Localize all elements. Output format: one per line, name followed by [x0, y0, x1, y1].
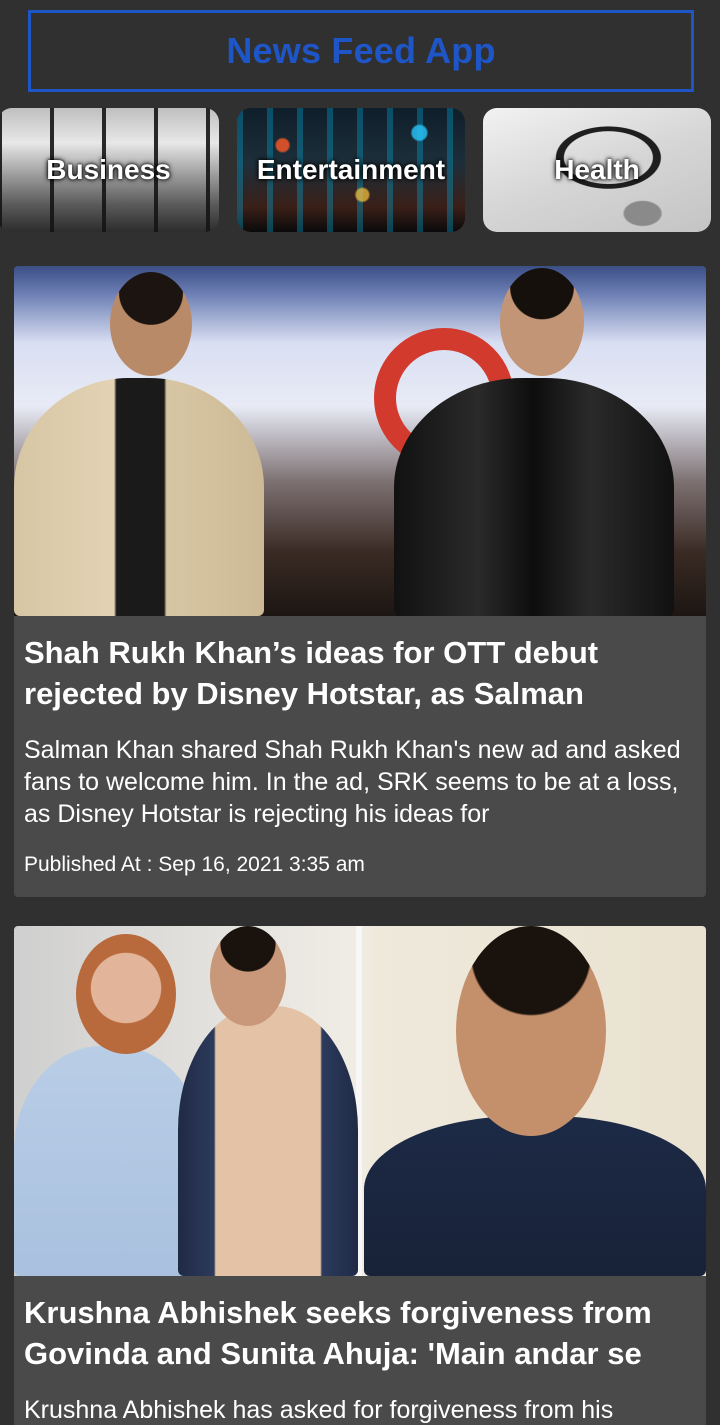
category-health-label: Health	[554, 154, 640, 185]
news-image	[14, 266, 706, 616]
app-header: News Feed App	[28, 10, 694, 92]
person-left-figure	[14, 378, 264, 616]
person-right-head	[456, 926, 606, 1136]
category-business[interactable]: Business	[0, 108, 219, 232]
person-right-figure	[364, 1116, 706, 1276]
person-man-figure	[178, 1006, 358, 1276]
news-card[interactable]: Shah Rukh Khan’s ideas for OTT debut rej…	[14, 266, 706, 897]
news-title: Shah Rukh Khan’s ideas for OTT debut rej…	[24, 635, 599, 711]
news-image	[14, 926, 706, 1276]
category-list: Business Entertainment Health	[0, 108, 720, 234]
news-card[interactable]: Krushna Abhishek seeks forgiveness from …	[14, 926, 706, 1425]
person-man-head	[210, 926, 286, 1026]
news-description: Krushna Abhishek has asked for forgivene…	[24, 1396, 614, 1424]
news-title: Krushna Abhishek seeks forgiveness from …	[24, 1295, 652, 1371]
category-entertainment[interactable]: Entertainment	[237, 108, 465, 232]
category-entertainment-label: Entertainment	[256, 154, 446, 185]
person-right-figure	[394, 378, 674, 616]
person-woman-head	[76, 934, 176, 1054]
news-feed-screen: News Feed App Business Entertainment Hea…	[0, 0, 720, 1425]
person-right-head	[500, 268, 584, 376]
news-published-date: Published At : Sep 16, 2021 3:35 am	[24, 853, 365, 876]
person-left-head	[110, 272, 192, 376]
app-title: News Feed App	[226, 30, 496, 71]
category-health[interactable]: Health	[483, 108, 711, 232]
person-woman-figure	[14, 1046, 204, 1276]
category-business-label: Business	[46, 154, 171, 185]
news-description: Salman Khan shared Shah Rukh Khan's new …	[24, 736, 681, 828]
